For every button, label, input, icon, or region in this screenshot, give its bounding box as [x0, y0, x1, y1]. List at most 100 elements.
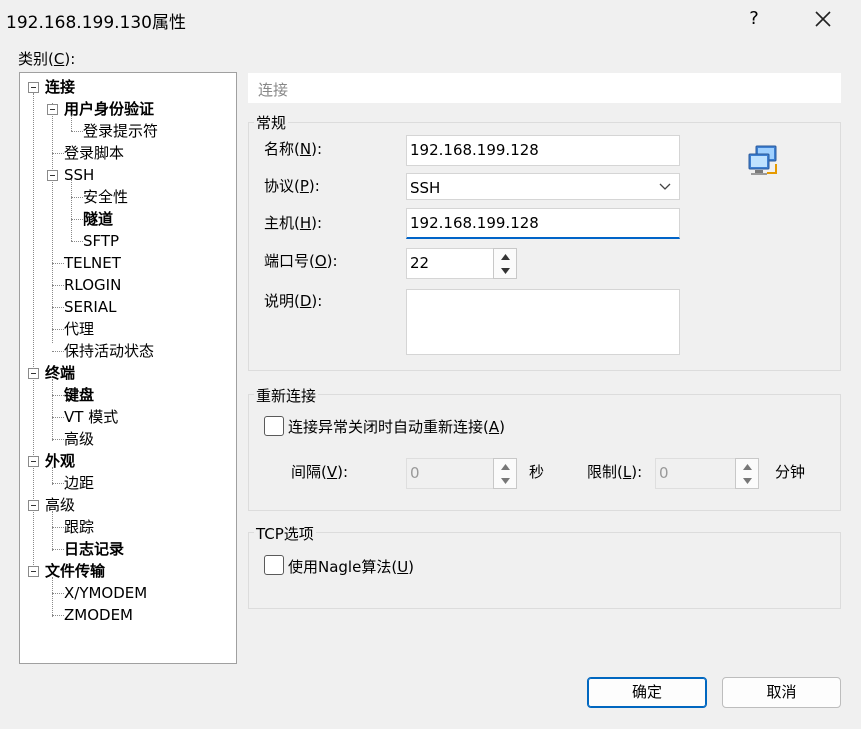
interval-unit: 秒 — [529, 463, 545, 481]
tree-item-telnet[interactable]: TELNET — [64, 253, 121, 273]
tree-item-proxy[interactable]: 代理 — [64, 319, 94, 339]
description-textarea[interactable] — [406, 289, 680, 355]
collapse-toggle-advanced[interactable] — [28, 500, 39, 511]
network-computers-icon — [748, 145, 777, 175]
category-label-pre: 类别( — [18, 50, 54, 68]
help-button[interactable]: ? — [740, 6, 768, 32]
tree-item-ssh[interactable]: SSH — [64, 165, 94, 185]
description-label: 说明(D): — [264, 290, 322, 311]
name-label-key: N — [299, 140, 312, 158]
protocol-label-pre: 协议( — [264, 177, 300, 195]
tree-item-appearance[interactable]: 外观 — [45, 451, 75, 471]
category-label-post: ): — [64, 50, 76, 68]
tree-item-security[interactable]: 安全性 — [83, 187, 128, 207]
tree-item-file-transfer[interactable]: 文件传输 — [45, 561, 105, 581]
tree-item-login-script[interactable]: 登录脚本 — [64, 143, 124, 163]
tree-connector — [52, 527, 64, 528]
close-button[interactable] — [808, 4, 838, 34]
tree-item-xymodem[interactable]: X/YMODEM — [64, 583, 147, 603]
tree-item-connection[interactable]: 连接 — [45, 77, 75, 97]
tree-connector — [71, 131, 83, 132]
interval-spin-down[interactable] — [494, 474, 516, 487]
collapse-toggle-ssh[interactable] — [47, 170, 58, 181]
interval-label-key: V — [326, 463, 338, 481]
protocol-label-key: P — [299, 177, 309, 195]
chevron-down-icon — [659, 183, 671, 190]
tree-item-zmodem[interactable]: ZMODEM — [64, 605, 133, 625]
title-bar[interactable]: 192.168.199.130属性 ? — [0, 0, 861, 38]
tree-item-advanced[interactable]: 高级 — [45, 495, 75, 515]
interval-spinner[interactable] — [493, 458, 517, 489]
tree-item-serial[interactable]: SERIAL — [64, 297, 116, 317]
auto-reconnect-checkbox[interactable] — [264, 416, 284, 436]
tree-item-margins[interactable]: 边距 — [64, 473, 94, 493]
ok-button[interactable]: 确定 — [587, 677, 707, 708]
nagle-checkbox[interactable] — [264, 555, 284, 575]
interval-label-pre: 间隔( — [291, 463, 327, 481]
name-input[interactable]: 192.168.199.128 — [406, 135, 680, 166]
window-title: 192.168.199.130属性 — [6, 13, 187, 33]
tree-connector — [52, 615, 64, 616]
tree-item-login-prompts[interactable]: 登录提示符 — [83, 121, 158, 141]
auto-reconnect-label[interactable]: 连接异常关闭时自动重新连接(A) — [288, 416, 505, 437]
general-group-title: 常规 — [254, 112, 289, 133]
tree-item-terminal-advanced[interactable]: 高级 — [64, 429, 94, 449]
port-spin-up[interactable] — [494, 250, 516, 263]
category-tree[interactable]: 连接 用户身份验证 登录提示符 登录脚本 SSH 安全性 隧道 SFTP TEL… — [19, 72, 237, 664]
port-label-post: ): — [326, 252, 338, 270]
port-spin-down[interactable] — [494, 264, 516, 277]
limit-spinner[interactable] — [735, 458, 759, 489]
reconnect-group-title: 重新连接 — [254, 385, 319, 406]
interval-label-post: ): — [337, 463, 349, 481]
tree-connector — [52, 549, 64, 550]
tree-item-user-auth[interactable]: 用户身份验证 — [64, 99, 154, 119]
collapse-toggle-terminal[interactable] — [28, 368, 39, 379]
host-label: 主机(H): — [264, 212, 322, 233]
host-input[interactable]: 192.168.199.128 — [406, 208, 680, 239]
collapse-toggle-file-transfer[interactable] — [28, 566, 39, 577]
interval-spin-up[interactable] — [494, 460, 516, 473]
collapse-toggle-connection[interactable] — [28, 82, 39, 93]
tree-connector — [52, 593, 64, 594]
port-spinner[interactable] — [493, 248, 517, 279]
tree-connector — [52, 439, 64, 440]
arrow-down-icon — [501, 478, 510, 484]
tree-item-keep-alive[interactable]: 保持活动状态 — [64, 341, 154, 361]
limit-spin-up[interactable] — [736, 460, 758, 473]
port-input[interactable]: 22 — [406, 248, 494, 279]
tree-item-logging[interactable]: 日志记录 — [64, 539, 124, 559]
tree-connector — [71, 241, 83, 242]
arrow-up-icon — [743, 464, 752, 470]
cancel-button[interactable]: 取消 — [722, 677, 841, 708]
reconnect-group — [248, 394, 841, 511]
collapse-toggle-appearance[interactable] — [28, 456, 39, 467]
description-label-post: ): — [311, 292, 323, 310]
nagle-label-post: ) — [408, 558, 415, 576]
protocol-select[interactable]: SSH — [406, 173, 680, 200]
auto-reconnect-label-key: A — [488, 418, 500, 436]
name-label-post: ): — [311, 140, 322, 158]
tree-connector — [52, 511, 53, 551]
tree-item-tunneling[interactable]: 隧道 — [83, 209, 113, 229]
limit-spin-down[interactable] — [736, 474, 758, 487]
limit-label-post: ): — [631, 463, 643, 481]
interval-input[interactable]: 0 — [406, 458, 494, 489]
limit-input[interactable]: 0 — [655, 458, 736, 489]
tree-item-sftp[interactable]: SFTP — [83, 231, 119, 251]
arrow-up-icon — [501, 254, 510, 260]
tree-item-vt-modes[interactable]: VT 模式 — [64, 407, 118, 427]
tree-item-rlogin[interactable]: RLOGIN — [64, 275, 121, 295]
arrow-down-icon — [501, 268, 510, 274]
tree-item-keyboard[interactable]: 键盘 — [64, 385, 94, 405]
nagle-label[interactable]: 使用Nagle算法(U) — [288, 556, 414, 577]
arrow-up-icon — [501, 464, 510, 470]
interval-label: 间隔(V): — [291, 461, 348, 482]
tcp-options-group-title: TCP选项 — [254, 523, 316, 544]
description-label-pre: 说明( — [264, 292, 300, 310]
nagle-label-key: U — [397, 558, 409, 576]
collapse-toggle-user-auth[interactable] — [47, 104, 58, 115]
tree-item-trace[interactable]: 跟踪 — [64, 517, 94, 537]
tree-connector — [71, 179, 72, 241]
tree-item-terminal[interactable]: 终端 — [45, 363, 75, 383]
name-label-pre: 名称( — [264, 140, 300, 158]
